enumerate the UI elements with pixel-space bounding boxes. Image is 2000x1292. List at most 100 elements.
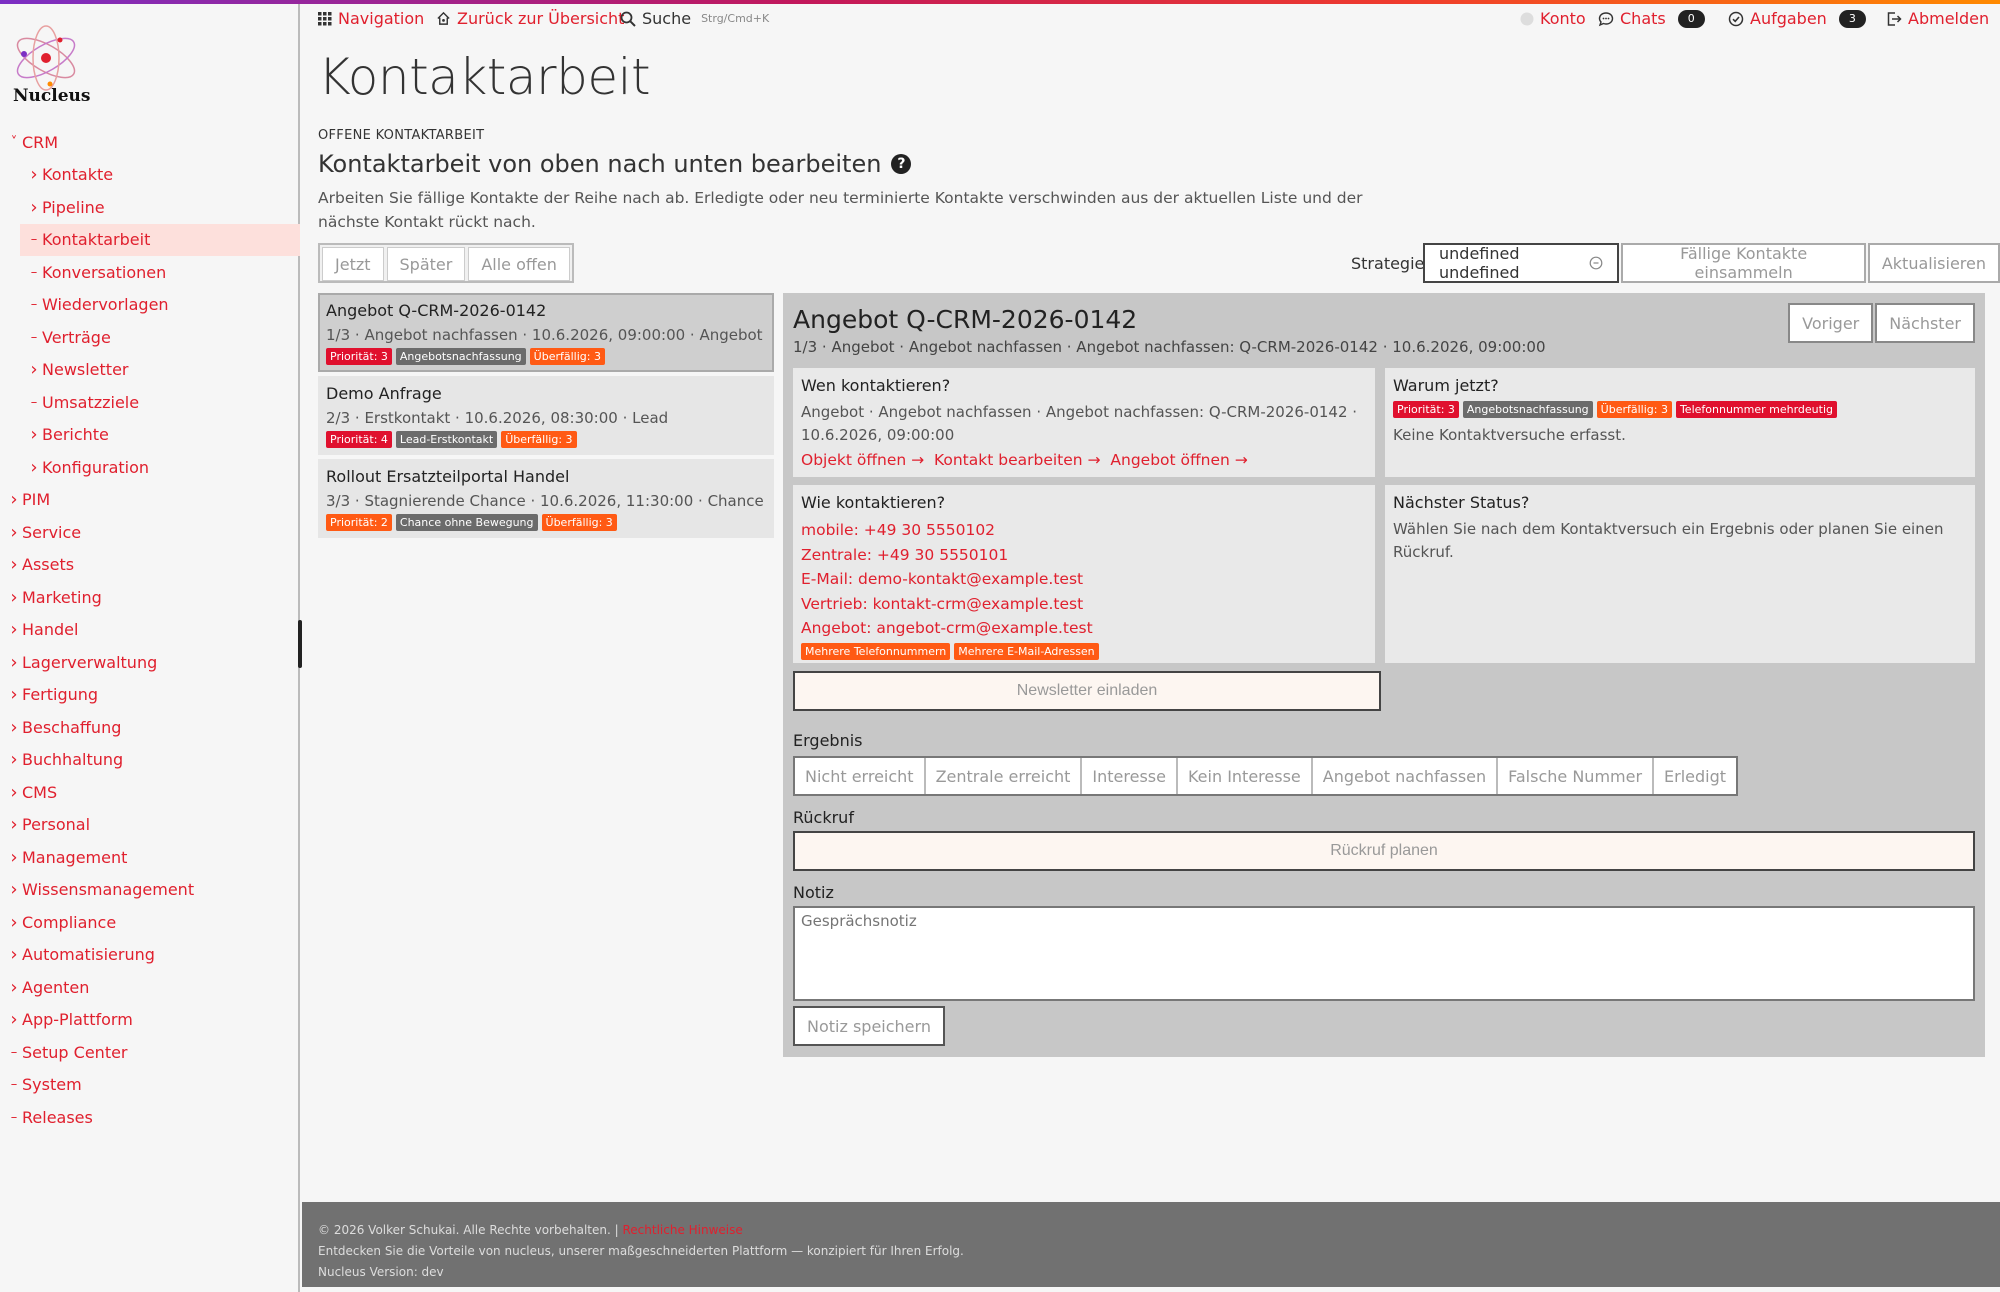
sidebar-item-pim[interactable]: › PIM <box>0 484 300 517</box>
sidebar-item-beschaffung[interactable]: › Beschaffung <box>0 711 300 744</box>
search-trigger[interactable]: Suche Strg/Cmd+K <box>620 9 769 28</box>
sidebar-item-pipeline[interactable]: › Pipeline <box>20 191 300 224</box>
tag-badge: Angebotsnachfassung <box>1462 401 1593 418</box>
sidebar-item-automatisierung[interactable]: › Automatisierung <box>0 939 300 972</box>
next-button[interactable]: Nächster <box>1875 303 1975 343</box>
sidebar-item-kontaktarbeit[interactable]: – Kontaktarbeit <box>20 223 300 256</box>
strategy-controls: undefined undefined Fällige Kontakte ein… <box>1423 243 2000 283</box>
sidebar-item-label: Releases <box>22 1107 93 1127</box>
navigation-link[interactable]: Navigation <box>318 9 424 28</box>
sidebar-item-buchhaltung[interactable]: › Buchhaltung <box>0 744 300 777</box>
result-interesse-button[interactable]: Interesse <box>1082 758 1178 794</box>
sidebar-item-agenten[interactable]: › Agenten <box>0 971 300 1004</box>
result-nicht-erreicht-button[interactable]: Nicht erreicht <box>795 758 926 794</box>
help-icon[interactable]: ? <box>891 154 912 174</box>
newsletter-invite-button[interactable]: Newsletter einladen <box>793 671 1381 711</box>
sidebar-item-vertraege[interactable]: – Verträge <box>20 321 300 354</box>
who-card: Wen kontaktieren? Angebot · Angebot nach… <box>793 368 1375 477</box>
footer-line-1: © 2026 Volker Schukai. Alle Rechte vorbe… <box>318 1220 1984 1241</box>
result-kein-interesse-button[interactable]: Kein Interesse <box>1177 758 1313 794</box>
collect-due-contacts-button[interactable]: Fällige Kontakte einsammeln <box>1621 243 1866 283</box>
why-card: Warum jetzt? Priorität: 3 Angebotsnachfas… <box>1385 368 1975 477</box>
sidebar-item-crm[interactable]: ˅ CRM <box>0 126 300 159</box>
queue-item[interactable]: Angebot Q-CRM-2026-0142 1/3 · Angebot nac… <box>318 293 774 372</box>
result-zentrale-erreicht-button[interactable]: Zentrale erreicht <box>925 758 1083 794</box>
sidebar-item-lagerverwaltung[interactable]: › Lagerverwaltung <box>0 646 300 679</box>
sidebar-item-cms[interactable]: › CMS <box>0 776 300 809</box>
chevron-right-icon: › <box>10 749 18 771</box>
sidebar-item-service[interactable]: › Service <box>0 516 300 549</box>
chevron-right-icon: › <box>30 359 38 381</box>
sidebar-resize-handle[interactable] <box>298 620 302 668</box>
sidebar-item-label: Marketing <box>22 587 102 607</box>
save-note-button[interactable]: Notiz speichern <box>793 1006 945 1046</box>
sidebar-item-management[interactable]: › Management <box>0 841 300 874</box>
sidebar-item-wiedervorlagen[interactable]: – Wiedervorlagen <box>20 289 300 322</box>
sidebar-item-personal[interactable]: › Personal <box>0 809 300 842</box>
contact-channel-link[interactable]: Angebot: angebot-crm@example.test <box>801 616 1367 641</box>
sidebar-item-handel[interactable]: › Handel <box>0 614 300 647</box>
schedule-callback-button[interactable]: Rückruf planen <box>793 831 1975 871</box>
result-angebot-nachfassen-button[interactable]: Angebot nachfassen <box>1312 758 1499 794</box>
open-object-link[interactable]: Objekt öffnen → <box>801 451 924 469</box>
result-erledigt-button[interactable]: Erledigt <box>1654 758 1737 794</box>
chevron-down-icon: ˅ <box>10 134 18 150</box>
sidebar-item-newsletter[interactable]: › Newsletter <box>20 354 300 387</box>
next-status-heading: Nächster Status? <box>1393 493 1530 512</box>
sidebar-item-app-plattform[interactable]: › App-Plattform <box>0 1004 300 1037</box>
how-card: Wie kontaktieren? mobile: +49 30 5550102… <box>793 485 1375 663</box>
contact-channel-link[interactable]: Vertrieb: kontakt-crm@example.test <box>801 592 1367 617</box>
back-to-overview-link[interactable]: Zurück zur Übersicht <box>436 9 624 28</box>
queue-item[interactable]: Demo Anfrage 2/3 · Erstkontakt · 10.6.202… <box>318 376 774 455</box>
sidebar-item-berichte[interactable]: › Berichte <box>20 419 300 452</box>
tag-badge: Priorität: 3 <box>326 348 392 365</box>
queue-item-tags: Priorität: 4 Lead-Erstkontakt Überfällig: … <box>326 431 766 448</box>
strategy-value: undefined undefined <box>1439 244 1520 282</box>
sidebar-item-konfiguration[interactable]: › Konfiguration <box>20 451 300 484</box>
sidebar-item-system[interactable]: – System <box>0 1069 300 1102</box>
edit-contact-link[interactable]: Kontakt bearbeiten → <box>934 451 1101 469</box>
sidebar-item-compliance[interactable]: › Compliance <box>0 906 300 939</box>
contact-detail-panel: Angebot Q-CRM-2026-0142 1/3 · Angebot · … <box>783 293 1985 1057</box>
legal-notice-link[interactable]: Rechtliche Hinweise <box>622 1223 742 1237</box>
tasks-label: Aufgaben <box>1750 9 1827 28</box>
sidebar-item-kontakte[interactable]: › Kontakte <box>20 159 300 192</box>
sidebar-item-label: PIM <box>22 490 51 510</box>
section-description: Arbeiten Sie fällige Kontakte der Reihe … <box>318 189 1363 231</box>
open-offer-link[interactable]: Angebot öffnen → <box>1110 451 1247 469</box>
search-shortcut: Strg/Cmd+K <box>701 12 770 25</box>
refresh-button[interactable]: Aktualisieren <box>1867 243 2000 283</box>
sidebar-item-konversationen[interactable]: – Konversationen <box>20 256 300 289</box>
previous-button[interactable]: Voriger <box>1788 303 1874 343</box>
dash-icon: – <box>30 329 38 345</box>
logout-link[interactable]: Abmelden <box>1886 9 1989 28</box>
tab-now[interactable]: Jetzt <box>322 247 384 281</box>
sidebar-item-umsatzziele[interactable]: – Umsatzziele <box>20 386 300 419</box>
sidebar-item-label: Service <box>22 522 82 542</box>
queue-item[interactable]: Rollout Ersatzteilportal Handel 3/3 · Sta… <box>318 459 774 538</box>
sidebar-item-marketing[interactable]: › Marketing <box>0 581 300 614</box>
tab-all-open[interactable]: Alle offen <box>468 247 570 281</box>
account-link[interactable]: Konto <box>1520 9 1586 28</box>
chats-link[interactable]: Chats 0 <box>1598 9 1705 28</box>
sidebar-item-fertigung[interactable]: › Fertigung <box>0 679 300 712</box>
tag-badge: Lead-Erstkontakt <box>395 431 498 448</box>
next-status-text: Wählen Sie nach dem Kontaktversuch ein E… <box>1393 520 1944 561</box>
contact-channel-link[interactable]: mobile: +49 30 5550102 <box>801 518 1367 543</box>
sidebar-item-assets[interactable]: › Assets <box>0 549 300 582</box>
clear-circle-icon[interactable] <box>1589 256 1603 270</box>
tasks-link[interactable]: Aufgaben 3 <box>1728 9 1866 28</box>
chevron-right-icon: › <box>10 1009 18 1031</box>
contact-channel-link[interactable]: E-Mail: demo-kontakt@example.test <box>801 567 1367 592</box>
strategy-select[interactable]: undefined undefined <box>1423 243 1620 283</box>
contact-channel-link[interactable]: Zentrale: +49 30 5550101 <box>801 543 1367 568</box>
result-falsche-nummer-button[interactable]: Falsche Nummer <box>1498 758 1655 794</box>
navigation-label: Navigation <box>338 9 425 28</box>
who-text: Angebot · Angebot nachfassen · Angebot n… <box>801 403 1358 444</box>
chevron-right-icon: › <box>10 944 18 966</box>
sidebar-item-setup-center[interactable]: – Setup Center <box>0 1036 300 1069</box>
sidebar-item-wissensmanagement[interactable]: › Wissensmanagement <box>0 874 300 907</box>
tab-later[interactable]: Später <box>386 247 466 281</box>
sidebar-item-releases[interactable]: – Releases <box>0 1101 300 1134</box>
call-note-textarea[interactable] <box>793 906 1975 1001</box>
